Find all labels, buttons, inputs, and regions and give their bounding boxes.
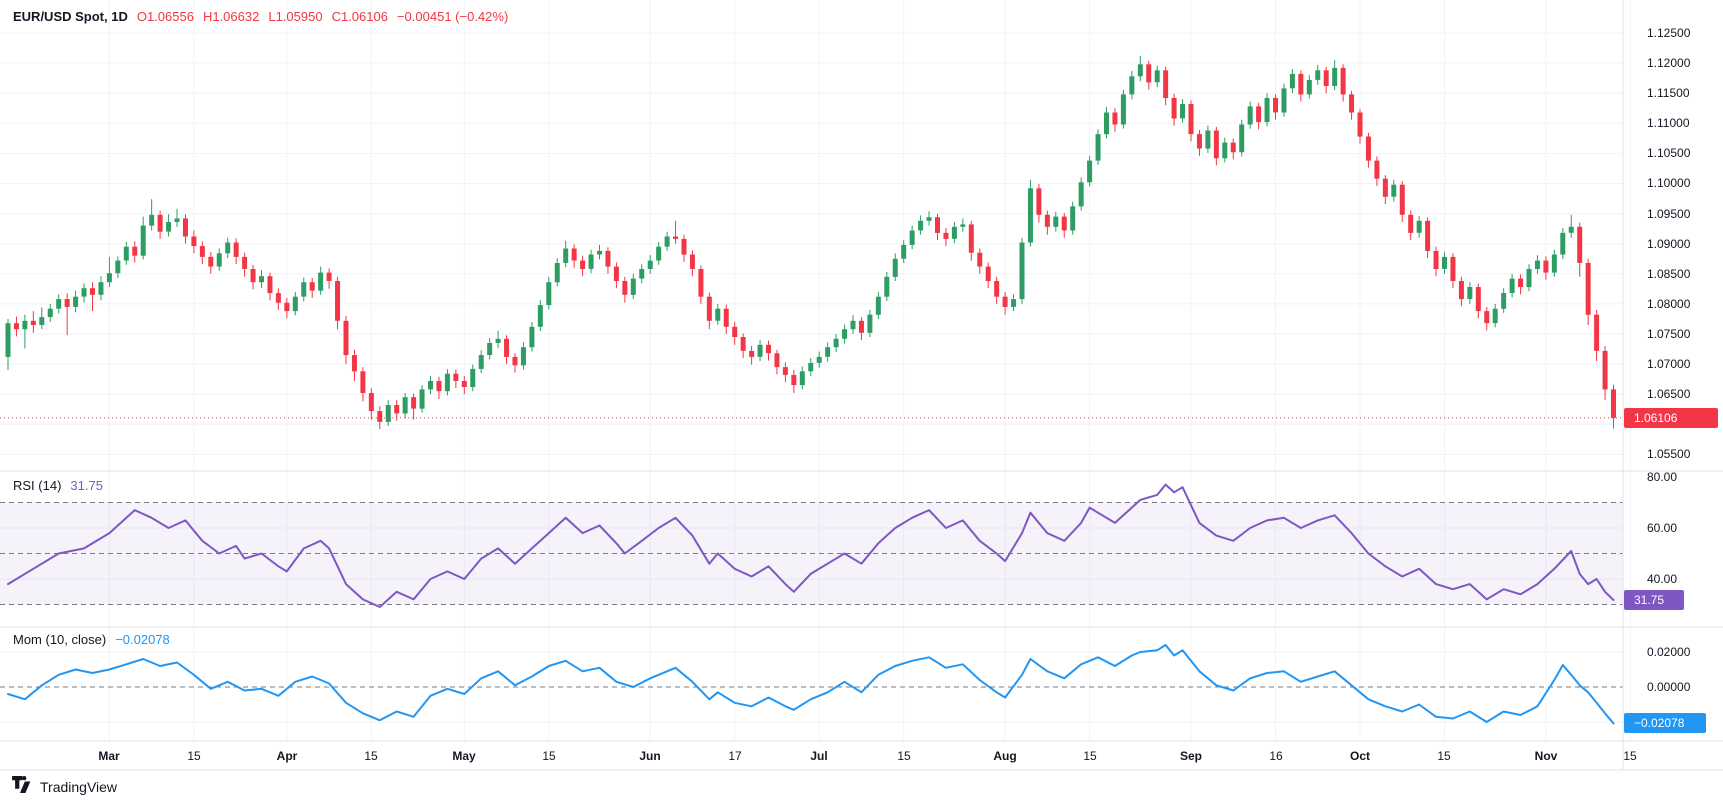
time-axis-label: 15	[187, 748, 200, 764]
chart-widget: EUR/USD Spot, 1D O1.06556 H1.06632 L1.05…	[0, 0, 1723, 803]
candles-layer	[6, 56, 1617, 429]
ohlc-low: L1.05950	[268, 9, 322, 24]
price-axis-label: 1.08000	[1647, 296, 1690, 312]
mom-legend: Mom (10, close) −0.02078	[13, 632, 170, 647]
symbol-legend: EUR/USD Spot, 1D O1.06556 H1.06632 L1.05…	[13, 9, 508, 24]
mom-label: Mom (10, close)	[13, 632, 106, 647]
time-axis-label: Aug	[993, 748, 1016, 764]
tradingview-logo-text: TradingView	[40, 779, 117, 795]
time-axis-label: Apr	[277, 748, 298, 764]
tradingview-attribution[interactable]: TradingView	[12, 776, 117, 798]
rsi-value-badge: 31.75	[1624, 590, 1684, 610]
ohlc-close: C1.06106	[332, 9, 388, 24]
time-axis-label: Mar	[98, 748, 119, 764]
change-value: −0.00451 (−0.42%)	[397, 9, 508, 24]
time-axis-label: Jul	[810, 748, 827, 764]
tradingview-logo-icon	[12, 776, 34, 798]
price-axis-label: 1.06500	[1647, 386, 1690, 402]
time-axis-label: 15	[542, 748, 555, 764]
time-axis-label: 15	[364, 748, 377, 764]
ohlc-open: O1.06556	[137, 9, 194, 24]
time-axis-label: 15	[897, 748, 910, 764]
time-axis-label: 15	[1083, 748, 1096, 764]
price-axis-label: 1.09500	[1647, 206, 1690, 222]
time-axis-label: Oct	[1350, 748, 1370, 764]
price-axis-label: 1.11500	[1647, 85, 1690, 101]
mom-value-badge: −0.02078	[1624, 713, 1706, 733]
chart-canvas[interactable]	[0, 0, 1723, 803]
time-axis-label: Nov	[1535, 748, 1558, 764]
price-axis-label: 1.12500	[1647, 25, 1690, 41]
rsi-axis-label: 60.00	[1647, 520, 1677, 536]
price-axis-label: 1.07500	[1647, 326, 1690, 342]
price-axis-label: 1.10000	[1647, 175, 1690, 191]
ohlc-high: H1.06632	[203, 9, 259, 24]
price-axis-label: 1.07000	[1647, 356, 1690, 372]
price-axis-label: 1.10500	[1647, 145, 1690, 161]
mom-line	[8, 645, 1614, 723]
price-axis-label: 1.12000	[1647, 55, 1690, 71]
rsi-label: RSI (14)	[13, 478, 61, 493]
mom-value: −0.02078	[115, 632, 170, 647]
mom-axis-label: 0.02000	[1647, 644, 1690, 660]
rsi-axis-label: 80.00	[1647, 469, 1677, 485]
mom-axis-label: 0.00000	[1647, 679, 1690, 695]
time-axis-label: 15	[1437, 748, 1450, 764]
price-axis-label: 1.05500	[1647, 446, 1690, 462]
rsi-axis-label: 40.00	[1647, 571, 1677, 587]
price-axis-label: 1.08500	[1647, 266, 1690, 282]
rsi-legend: RSI (14) 31.75	[13, 478, 103, 493]
symbol-title: EUR/USD Spot, 1D	[13, 9, 128, 24]
time-axis-label: 17	[728, 748, 741, 764]
price-axis-label: 1.11000	[1647, 115, 1690, 131]
time-axis-label: Sep	[1180, 748, 1202, 764]
price-axis-label: 1.09000	[1647, 236, 1690, 252]
time-axis-label: Jun	[639, 748, 660, 764]
time-axis-label: 15	[1623, 748, 1636, 764]
time-axis-label: 16	[1269, 748, 1282, 764]
last-price-badge: 1.06106	[1624, 408, 1718, 428]
time-axis-label: May	[452, 748, 475, 764]
rsi-value: 31.75	[70, 478, 103, 493]
